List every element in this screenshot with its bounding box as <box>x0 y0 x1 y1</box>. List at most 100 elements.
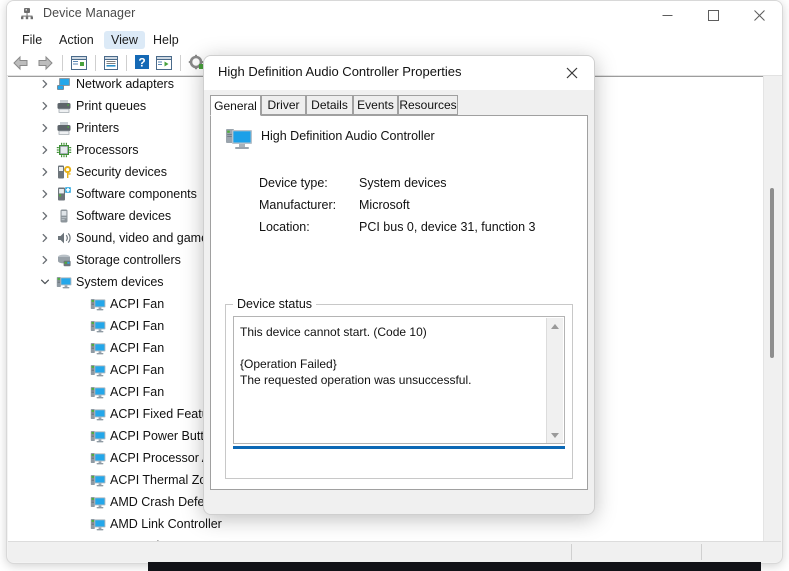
tree-item-label: ACPI Fan <box>110 341 165 355</box>
window-title: Device Manager <box>43 6 136 20</box>
chevron-right-icon[interactable] <box>37 252 53 268</box>
system-device-icon <box>90 406 106 422</box>
show-hide-console-tree-icon[interactable] <box>70 54 88 77</box>
dialog-tabs: General Driver Details Events Resources <box>210 95 588 116</box>
window-titlebar: Device Manager <box>7 1 782 29</box>
speaker-icon <box>56 230 72 246</box>
toolbar-separator <box>180 55 181 71</box>
computer-device-icon <box>225 126 255 159</box>
menu-action[interactable]: Action <box>52 31 101 49</box>
network-adapter-icon <box>56 77 72 92</box>
status-line-3: {Operation Failed} <box>240 357 337 371</box>
printer-icon <box>56 98 72 114</box>
system-device-icon <box>90 450 106 466</box>
security-device-icon <box>56 164 72 180</box>
scroll-up-icon[interactable] <box>551 324 559 329</box>
tree-item-label: ACPI Power Button <box>110 429 218 443</box>
manufacturer-value: Microsoft <box>359 198 410 212</box>
chevron-right-icon[interactable] <box>37 120 53 136</box>
system-device-icon <box>90 494 106 510</box>
system-device-icon <box>90 516 106 532</box>
tab-driver[interactable]: Driver <box>261 95 306 115</box>
software-device-icon <box>56 208 72 224</box>
printer-icon <box>56 120 72 136</box>
chevron-right-icon[interactable] <box>37 77 53 92</box>
dialog-close-button[interactable] <box>550 56 594 90</box>
device-manager-icon <box>19 7 35 23</box>
device-status-textbox[interactable]: This device cannot start. (Code 10) {Ope… <box>233 316 565 444</box>
tree-item-label: System devices <box>76 275 164 289</box>
status-scrollbar[interactable] <box>546 318 563 443</box>
system-device-icon <box>90 428 106 444</box>
chevron-down-icon[interactable] <box>37 274 53 290</box>
close-button[interactable] <box>736 1 782 29</box>
back-arrow-icon[interactable] <box>11 54 31 77</box>
scrollbar-thumb[interactable] <box>770 188 774 358</box>
tree-item-label: Storage controllers <box>76 253 181 267</box>
chevron-right-icon[interactable] <box>37 208 53 224</box>
dialog-title: High Definition Audio Controller Propert… <box>218 64 462 79</box>
chevron-right-icon[interactable] <box>37 164 53 180</box>
dialog-body: General Driver Details Events Resources <box>204 90 594 514</box>
tree-item-label: Print queues <box>76 99 147 113</box>
tree-item-label: Software devices <box>76 209 172 223</box>
system-device-icon <box>56 274 72 290</box>
status-bar <box>8 541 781 562</box>
forward-arrow-icon[interactable] <box>35 54 55 77</box>
toolbar-separator <box>126 55 127 71</box>
tree-item-label: Software components <box>76 187 197 201</box>
system-device-icon <box>90 384 106 400</box>
location-value: PCI bus 0, device 31, function 3 <box>359 220 536 234</box>
status-divider <box>701 544 702 560</box>
toolbar-separator <box>95 55 96 71</box>
tab-page-general: High Definition Audio Controller Device … <box>210 115 588 490</box>
scan-for-hardware-changes-icon[interactable] <box>155 54 173 77</box>
maximize-button[interactable] <box>690 1 736 29</box>
system-device-icon <box>90 318 106 334</box>
minimize-button[interactable] <box>644 1 690 29</box>
tree-item-label: Network adapters <box>76 77 174 91</box>
tree-item[interactable]: AMD Link Controller <box>8 513 764 535</box>
properties-icon[interactable] <box>102 54 120 77</box>
screen: Device Manager File Action View Help ? N… <box>0 0 789 571</box>
tree-vertical-scrollbar[interactable] <box>763 76 781 542</box>
taskbar-sliver <box>148 562 761 571</box>
properties-dialog: High Definition Audio Controller Propert… <box>203 55 595 515</box>
manufacturer-label: Manufacturer: <box>259 198 337 212</box>
help-icon[interactable]: ? <box>134 54 150 75</box>
menu-bar: File Action View Help <box>7 29 782 51</box>
tree-item-label: ACPI Fan <box>110 385 165 399</box>
tab-general[interactable]: General <box>210 95 261 116</box>
status-accent-bar <box>233 446 565 449</box>
scroll-down-icon[interactable] <box>551 433 559 438</box>
chevron-right-icon[interactable] <box>37 186 53 202</box>
toolbar-separator <box>62 55 63 71</box>
location-label: Location: <box>259 220 310 234</box>
tab-details[interactable]: Details <box>306 95 353 115</box>
menu-file[interactable]: File <box>15 31 49 49</box>
system-device-icon <box>90 472 106 488</box>
chevron-right-icon[interactable] <box>37 98 53 114</box>
storage-controller-icon <box>56 252 72 268</box>
status-line-1: This device cannot start. (Code 10) <box>240 325 427 339</box>
tab-events[interactable]: Events <box>353 95 398 115</box>
chevron-right-icon[interactable] <box>37 230 53 246</box>
device-status-legend: Device status <box>233 297 317 311</box>
status-divider <box>571 544 572 560</box>
menu-view[interactable]: View <box>104 31 145 49</box>
tree-item-label: Processors <box>76 143 139 157</box>
processor-icon <box>56 142 72 158</box>
tree-item-label: ACPI Fan <box>110 297 165 311</box>
tree-item-label: AMD Link Controller <box>110 517 222 531</box>
tree-item-label: Printers <box>76 121 120 135</box>
dialog-titlebar: High Definition Audio Controller Propert… <box>204 56 594 90</box>
menu-help[interactable]: Help <box>146 31 186 49</box>
device-type-value: System devices <box>359 176 447 190</box>
tab-resources[interactable]: Resources <box>398 95 458 115</box>
tree-item-label: Security devices <box>76 165 168 179</box>
chevron-right-icon[interactable] <box>37 142 53 158</box>
system-device-icon <box>90 340 106 356</box>
tree-item-label: ACPI Fan <box>110 319 165 333</box>
device-name: High Definition Audio Controller <box>261 129 435 143</box>
software-component-icon <box>56 186 72 202</box>
